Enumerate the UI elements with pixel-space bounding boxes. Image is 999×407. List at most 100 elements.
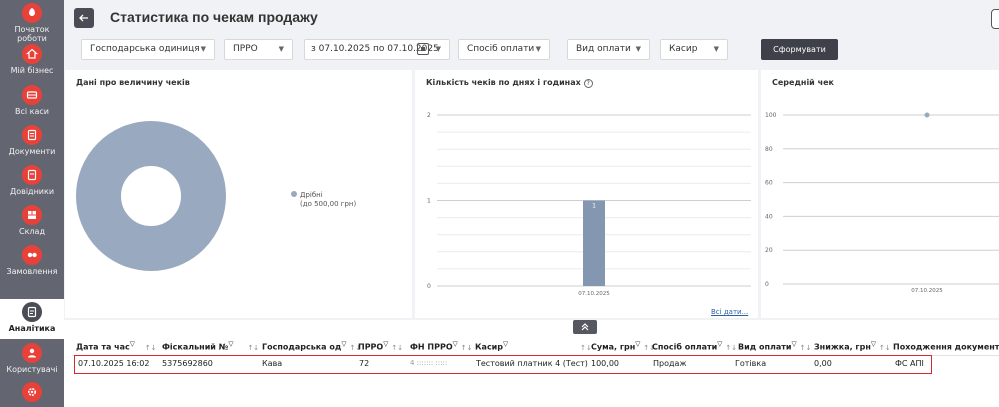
filter-icon[interactable]: ▽ xyxy=(503,340,508,348)
collapse-charts-button[interactable] xyxy=(573,320,597,334)
double-chevron-up-icon xyxy=(581,323,589,331)
data-label: 1 xyxy=(592,203,596,210)
sort-icon[interactable]: ↑↓ xyxy=(725,344,737,352)
column-header-label: Походження документа xyxy=(893,342,999,352)
y-tick-label: 20 xyxy=(765,247,773,254)
y-tick-label: 0 xyxy=(427,283,431,290)
generate-report-button[interactable]: Сформувати xyxy=(761,39,838,60)
column-header-datetime[interactable]: Дата та час▽ ↑↓ xyxy=(76,340,157,352)
filter-icon[interactable]: ▽ xyxy=(791,340,796,348)
column-header-label: Спосіб оплати xyxy=(652,342,718,352)
page-title: Статистика по чекам продажу xyxy=(110,9,318,25)
sidebar-item-all-registers[interactable]: Всі каси xyxy=(0,85,64,121)
cash-register-icon xyxy=(22,85,42,105)
sort-icon[interactable]: ↑↓ xyxy=(391,344,403,352)
filter-icon[interactable]: ▽ xyxy=(228,340,233,348)
y-tick-label: 60 xyxy=(765,180,773,187)
sidebar: Початок роботи Мій бізнес Всі каси Докум… xyxy=(0,0,64,407)
column-header-fn-prro[interactable]: ФН ПРРО▽ ↑↓ xyxy=(410,340,473,352)
sidebar-item-settings[interactable] xyxy=(0,382,64,406)
receipt-size-panel: Дані про величину чеків Дрібні (до 500,0… xyxy=(65,70,412,318)
column-header-label: ФН ПРРО xyxy=(410,342,453,352)
sidebar-item-label: Аналітика xyxy=(8,324,56,333)
column-header-label: Вид оплати xyxy=(738,342,792,352)
all-dates-link[interactable]: Всі дати... xyxy=(711,308,748,316)
column-header-sum[interactable]: Сума, грн▽ ↑↓ xyxy=(591,340,655,352)
chevron-down-icon: ▼ xyxy=(278,45,284,53)
sidebar-item-analytics[interactable]: Аналітика xyxy=(0,299,64,339)
back-button[interactable] xyxy=(74,8,94,28)
data-point xyxy=(924,112,930,118)
filter-icon[interactable]: ▽ xyxy=(871,340,876,348)
sort-icon[interactable]: ↑↓ xyxy=(800,344,812,352)
warehouse-icon xyxy=(22,205,42,225)
filter-icon[interactable]: ▽ xyxy=(717,340,722,348)
average-receipt-line-chart: 100 80 60 40 20 0 07.10.2025 xyxy=(765,112,999,294)
y-tick-label: 1 xyxy=(427,198,431,205)
column-header-label: Сума, грн xyxy=(591,342,636,352)
payment-method-select[interactable]: Спосіб оплати ▼ xyxy=(458,39,550,60)
chevron-down-icon: ▼ xyxy=(635,45,641,53)
filter-icon[interactable]: ▽ xyxy=(383,340,388,348)
column-header-discount[interactable]: Знижка, грн▽ ↑↓ xyxy=(814,340,891,352)
sidebar-item-getting-started[interactable]: Початок роботи xyxy=(0,3,64,43)
column-header-cashier[interactable]: Касир▽ ↑↓ xyxy=(475,340,592,352)
payment-type-select[interactable]: Вид оплати ▼ xyxy=(567,39,650,60)
prro-select-value: ПРРО xyxy=(233,44,258,54)
chevron-down-icon: ▼ xyxy=(435,45,441,53)
sidebar-item-warehouse[interactable]: Склад xyxy=(0,205,64,241)
sidebar-item-my-business[interactable]: Мій бізнес xyxy=(0,44,64,80)
directory-icon xyxy=(22,165,42,185)
business-unit-select-value: Господарська одиниця xyxy=(90,44,200,54)
column-header-label: Фіскальний № xyxy=(162,342,229,352)
business-unit-select[interactable]: Господарська одиниця ▼ xyxy=(81,39,215,60)
sidebar-item-directories[interactable]: Довідники xyxy=(0,165,64,201)
y-tick-label: 40 xyxy=(765,213,773,220)
sidebar-item-users[interactable]: Користувачі xyxy=(0,343,64,379)
column-header-prro[interactable]: ПРРО▽ ↑↓ xyxy=(358,340,403,352)
arrow-left-icon xyxy=(79,14,88,22)
receipts-table: Дата та час▽ ↑↓ Фіскальний №▽ ↑↓ Господарс… xyxy=(64,320,999,407)
legend-sublabel: (до 500,00 грн) xyxy=(300,200,357,208)
filter-icon[interactable]: ▽ xyxy=(341,340,346,348)
column-header-fiscal-no[interactable]: Фіскальний №▽ ↑↓ xyxy=(162,340,259,352)
column-header-label: Знижка, грн xyxy=(814,342,871,352)
prro-select[interactable]: ПРРО ▼ xyxy=(224,39,293,60)
header-control[interactable] xyxy=(991,9,999,29)
sidebar-item-documents[interactable]: Документи xyxy=(0,125,64,161)
payment-method-select-value: Спосіб оплати xyxy=(467,44,535,54)
column-header-business-unit[interactable]: Господарська од▽ ↑↓ xyxy=(262,340,361,352)
filter-icon[interactable]: ▽ xyxy=(130,340,135,348)
sidebar-item-label: Мій бізнес xyxy=(10,66,54,75)
sidebar-item-orders[interactable]: Замовлення xyxy=(0,245,64,281)
sort-icon[interactable]: ↑↓ xyxy=(879,344,891,352)
column-header-label: Дата та час xyxy=(76,342,130,352)
sort-icon[interactable]: ↑↓ xyxy=(461,344,473,352)
column-header-origin[interactable]: Походження документа▽ xyxy=(893,340,999,352)
receipt-size-donut-chart xyxy=(76,121,226,271)
column-header-label: Господарська од xyxy=(262,342,342,352)
sidebar-item-label: Довідники xyxy=(9,187,55,196)
cashier-select[interactable]: Касир ▼ xyxy=(660,39,728,60)
filter-icon[interactable]: ▽ xyxy=(453,340,458,348)
row-highlight-frame xyxy=(74,355,932,374)
page-header: Статистика по чекам продажу Господарська… xyxy=(64,0,999,68)
sort-icon[interactable]: ↑↓ xyxy=(145,344,157,352)
sort-icon[interactable]: ↑↓ xyxy=(247,344,259,352)
count-by-day-bar-chart: 2 1 0 1 07.10.2025 xyxy=(427,112,751,297)
chevron-down-icon: ▼ xyxy=(200,45,206,53)
filter-icon[interactable]: ▽ xyxy=(635,340,640,348)
orders-icon xyxy=(22,245,42,265)
column-header-payment-method[interactable]: Спосіб оплати▽ ↑↓ xyxy=(652,340,737,352)
sidebar-item-label: Початок роботи xyxy=(14,25,50,43)
payment-type-select-value: Вид оплати xyxy=(576,44,631,54)
y-tick-label: 0 xyxy=(765,281,769,288)
average-receipt-panel: Середній чек 100 80 60 40 20 0 07.10.2025 xyxy=(761,70,999,318)
pie-slice xyxy=(76,121,226,271)
users-icon xyxy=(22,343,42,363)
column-header-payment-type[interactable]: Вид оплати▽ ↑↓ xyxy=(738,340,811,352)
chevron-down-icon: ▼ xyxy=(713,45,719,53)
date-range-picker[interactable]: з 07.10.2025 по 07.10.2025 ▼ xyxy=(304,39,450,60)
y-tick-label: 80 xyxy=(765,146,773,153)
sidebar-item-label: Документи xyxy=(8,147,56,156)
